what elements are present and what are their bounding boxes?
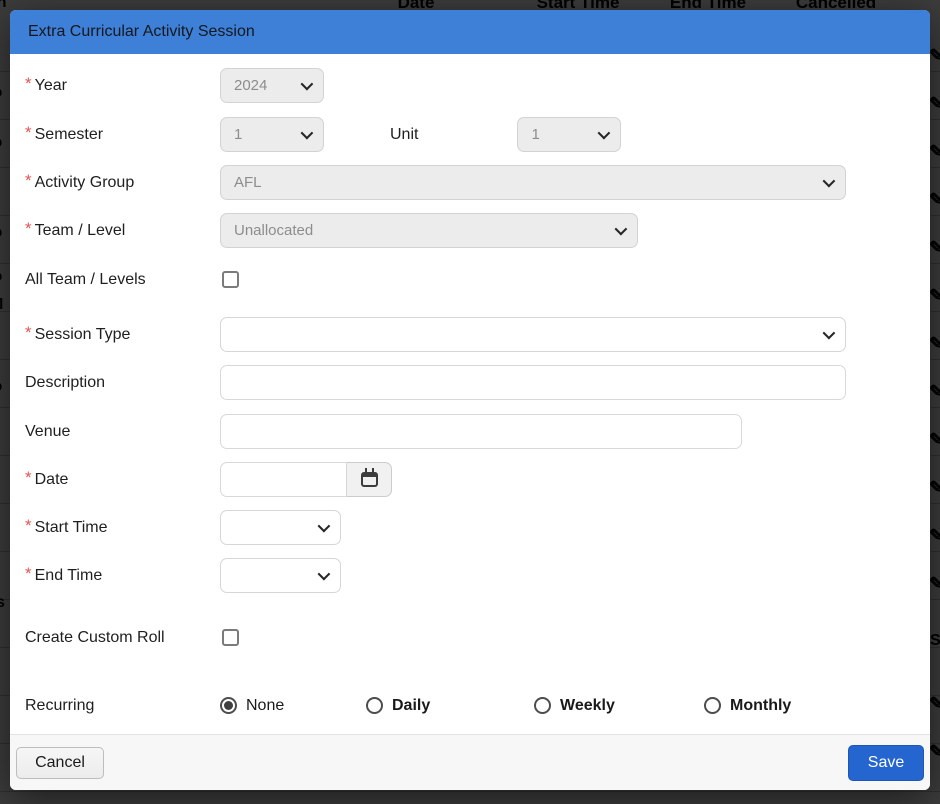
team-level-label-text: Team / Level (35, 222, 126, 240)
chevron-down-icon (598, 127, 611, 140)
required-asterisk: * (25, 473, 32, 483)
unit-select-value: 1 (531, 126, 539, 143)
activity-group-label-text: Activity Group (35, 174, 135, 192)
description-label-text: Description (25, 374, 105, 392)
semester-label: * Semester (25, 126, 220, 144)
required-asterisk: * (25, 569, 32, 579)
create-custom-roll-label-text: Create Custom Roll (25, 629, 165, 647)
calendar-icon (361, 472, 378, 487)
venue-label-text: Venue (25, 423, 70, 441)
dialog-title: Extra Curricular Activity Session (28, 23, 255, 41)
required-asterisk: * (25, 128, 32, 138)
required-asterisk: * (25, 224, 32, 234)
date-input-group (220, 462, 392, 497)
chevron-down-icon (823, 327, 836, 340)
radio-selected-icon (220, 697, 237, 714)
team-level-select-value: Unallocated (234, 222, 313, 239)
start-time-label: * Start Time (25, 519, 220, 537)
required-asterisk: * (25, 79, 32, 89)
start-time-label-text: Start Time (35, 519, 108, 537)
unit-select[interactable]: 1 (517, 117, 621, 152)
recurring-option-none-label: None (246, 697, 284, 715)
recurring-option-none[interactable]: None (220, 697, 366, 715)
end-time-select[interactable] (220, 558, 341, 593)
field-row-create-custom-roll: Create Custom Roll (10, 620, 930, 655)
field-row-year: * Year 2024 (10, 68, 930, 103)
session-type-label: * Session Type (25, 326, 220, 344)
chevron-down-icon (318, 520, 331, 533)
field-row-start-time: * Start Time (10, 510, 930, 545)
radio-unselected-icon (704, 697, 721, 714)
required-asterisk: * (25, 328, 32, 338)
year-select[interactable]: 2024 (220, 68, 324, 103)
required-asterisk: * (25, 521, 32, 531)
session-type-label-text: Session Type (35, 326, 131, 344)
date-picker-button[interactable] (347, 462, 392, 497)
field-row-end-time: * End Time (10, 558, 930, 593)
create-custom-roll-checkbox[interactable] (222, 629, 239, 646)
field-row-recurring: Recurring None Daily Weekly Monthly (10, 688, 930, 723)
dialog-footer: Cancel Save (10, 734, 930, 790)
date-input[interactable] (220, 462, 347, 497)
chevron-down-icon (318, 568, 331, 581)
semester-select[interactable]: 1 (220, 117, 324, 152)
chevron-down-icon (615, 223, 628, 236)
recurring-option-daily-label: Daily (392, 697, 430, 715)
recurring-option-weekly-label: Weekly (560, 697, 615, 715)
start-time-select[interactable] (220, 510, 341, 545)
create-custom-roll-label: Create Custom Roll (25, 629, 220, 647)
year-label-text: Year (35, 77, 67, 95)
team-level-label: * Team / Level (25, 222, 220, 240)
semester-select-value: 1 (234, 126, 242, 143)
year-select-value: 2024 (234, 77, 267, 94)
extra-curricular-session-dialog: Extra Curricular Activity Session * Year… (10, 10, 930, 790)
recurring-option-monthly-label: Monthly (730, 697, 791, 715)
chevron-down-icon (301, 127, 314, 140)
end-time-label: * End Time (25, 567, 220, 585)
field-row-team-level: * Team / Level Unallocated (10, 213, 930, 248)
semester-label-text: Semester (35, 126, 103, 144)
year-label: * Year (25, 77, 220, 95)
recurring-label: Recurring (25, 697, 220, 715)
field-row-all-team-levels: All Team / Levels (10, 262, 930, 297)
all-team-levels-checkbox[interactable] (222, 271, 239, 288)
date-label-text: Date (35, 471, 69, 489)
field-row-semester: * Semester 1 Unit 1 (10, 117, 930, 152)
venue-label: Venue (25, 423, 220, 441)
session-type-select[interactable] (220, 317, 846, 352)
all-team-levels-label-text: All Team / Levels (25, 271, 146, 289)
team-level-select[interactable]: Unallocated (220, 213, 638, 248)
description-input[interactable] (220, 365, 846, 400)
activity-group-select[interactable]: AFL (220, 165, 846, 200)
activity-group-select-value: AFL (234, 174, 262, 191)
venue-input[interactable] (220, 414, 742, 449)
field-row-description: Description (10, 365, 930, 400)
field-row-session-type: * Session Type (10, 317, 930, 352)
description-label: Description (25, 374, 220, 392)
recurring-option-daily[interactable]: Daily (366, 697, 534, 715)
dialog-body: * Year 2024 * Semester 1 Unit 1 (10, 54, 930, 734)
cancel-button[interactable]: Cancel (16, 747, 104, 779)
field-row-activity-group: * Activity Group AFL (10, 165, 930, 200)
end-time-label-text: End Time (35, 567, 103, 585)
recurring-label-text: Recurring (25, 697, 94, 715)
chevron-down-icon (823, 175, 836, 188)
date-label: * Date (25, 471, 220, 489)
field-row-date: * Date (10, 462, 930, 497)
required-asterisk: * (25, 176, 32, 186)
save-button[interactable]: Save (848, 745, 924, 781)
radio-unselected-icon (366, 697, 383, 714)
recurring-option-monthly[interactable]: Monthly (704, 697, 791, 715)
activity-group-label: * Activity Group (25, 174, 220, 192)
field-row-venue: Venue (10, 414, 930, 449)
all-team-levels-label: All Team / Levels (25, 271, 220, 289)
radio-unselected-icon (534, 697, 551, 714)
recurring-option-weekly[interactable]: Weekly (534, 697, 704, 715)
dialog-header: Extra Curricular Activity Session (10, 10, 930, 54)
chevron-down-icon (301, 78, 314, 91)
unit-label: Unit (390, 126, 418, 144)
